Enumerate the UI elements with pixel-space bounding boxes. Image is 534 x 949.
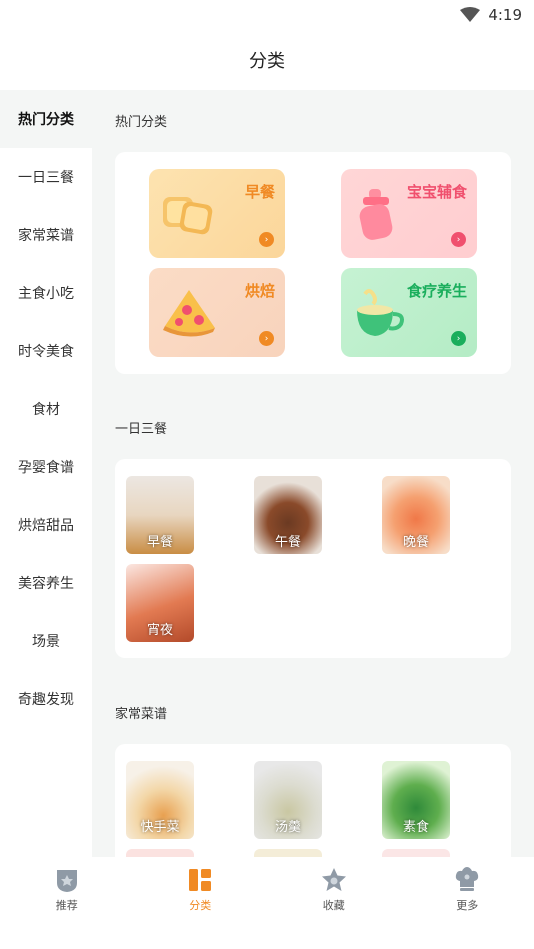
- hot-tile-label: 早餐: [244, 183, 275, 201]
- chevron-right-icon: ›: [451, 232, 466, 247]
- meal-label: 晚餐: [402, 535, 429, 550]
- meal-dinner[interactable]: 晚餐: [382, 476, 450, 554]
- home-label: 汤羹: [274, 820, 301, 835]
- sidebar-item-label: 家常菜谱: [18, 228, 74, 244]
- status-bar: 4:19: [0, 0, 534, 30]
- sidebar-item-beauty[interactable]: 美容养生: [0, 554, 92, 612]
- tab-favorites[interactable]: 收藏: [267, 857, 401, 949]
- tab-label: 更多: [456, 899, 479, 912]
- tea-cup-icon: [357, 289, 404, 336]
- sidebar-item-label: 热门分类: [18, 112, 74, 128]
- home-item-partial[interactable]: [382, 849, 450, 857]
- sidebar-item-label: 烘焙甜品: [18, 518, 74, 534]
- sidebar-item-hot[interactable]: 热门分类: [0, 90, 92, 148]
- pizza-icon: [163, 290, 215, 337]
- status-time: 4:19: [488, 6, 522, 24]
- home-vegetarian[interactable]: 素食: [382, 761, 450, 839]
- tab-recommend[interactable]: 推荐: [0, 857, 134, 949]
- star-icon: [321, 868, 346, 891]
- wifi-icon: [460, 7, 481, 22]
- tab-label: 推荐: [55, 899, 78, 912]
- bottom-tab-bar: 推荐 分类 收藏 更多: [0, 857, 534, 949]
- sidebar-item-label: 一日三餐: [18, 170, 74, 186]
- hot-tile-diet-health[interactable]: 食疗养生 ›: [341, 268, 477, 357]
- sidebar-item-seasonal[interactable]: 时令美食: [0, 322, 92, 380]
- home-item-partial[interactable]: [126, 849, 194, 857]
- chevron-right-icon: ›: [259, 232, 274, 247]
- meal-lunch[interactable]: 午餐: [254, 476, 322, 554]
- sidebar-item-label: 美容养生: [18, 576, 74, 592]
- sidebar-item-baking[interactable]: 烘焙甜品: [0, 496, 92, 554]
- section-title-meals: 一日三餐: [115, 422, 168, 437]
- sidebar-item-label: 时令美食: [18, 344, 74, 360]
- category-sidebar: 热门分类 一日三餐 家常菜谱 主食小吃 时令美食 食材 孕婴食谱 烘焙甜品 美容…: [0, 90, 92, 857]
- sidebar-item-label: 食材: [32, 402, 60, 418]
- sidebar-item-scene[interactable]: 场景: [0, 612, 92, 670]
- home-quick-dish[interactable]: 快手菜: [126, 761, 194, 839]
- sidebar-item-meals[interactable]: 一日三餐: [0, 148, 92, 206]
- meals-card: 早餐 午餐 晚餐 宵夜: [115, 459, 511, 658]
- home-label: 快手菜: [140, 820, 180, 835]
- home-soup[interactable]: 汤羹: [254, 761, 322, 839]
- page-title-bar: 分类: [0, 30, 534, 90]
- chef-hat-icon: [456, 867, 479, 891]
- hot-card: 早餐 › 宝宝辅食 › 烘焙 › 食疗养生 ›: [115, 152, 511, 374]
- category-icon: [189, 869, 212, 891]
- sidebar-item-ingredients[interactable]: 食材: [0, 380, 92, 438]
- section-title-hot: 热门分类: [115, 115, 168, 130]
- category-content: 热门分类 早餐 › 宝宝辅食 › 烘焙 › 食疗养生 › 一日三餐 早餐 午餐 …: [92, 90, 534, 857]
- shield-icon: [56, 870, 77, 892]
- hot-tile-baking[interactable]: 烘焙 ›: [149, 268, 285, 357]
- hot-tile-label: 宝宝辅食: [406, 183, 467, 201]
- meal-breakfast[interactable]: 早餐: [126, 476, 194, 554]
- tab-label: 分类: [189, 899, 212, 912]
- sidebar-item-label: 主食小吃: [18, 286, 74, 302]
- sidebar-item-home[interactable]: 家常菜谱: [0, 206, 92, 264]
- baby-bottle-icon: [359, 189, 393, 240]
- toast-icon: [163, 197, 213, 235]
- home-card: 快手菜 汤羹 素食: [115, 744, 511, 857]
- meal-label: 宵夜: [146, 623, 173, 638]
- meal-label: 早餐: [146, 535, 173, 550]
- hot-tile-breakfast[interactable]: 早餐 ›: [149, 169, 285, 258]
- sidebar-item-discover[interactable]: 奇趣发现: [0, 670, 92, 728]
- home-item-partial[interactable]: [254, 849, 322, 857]
- page-title: 分类: [249, 51, 285, 72]
- tab-category[interactable]: 分类: [134, 857, 268, 949]
- hot-tile-baby-food[interactable]: 宝宝辅食 ›: [341, 169, 477, 258]
- sidebar-item-maternal[interactable]: 孕婴食谱: [0, 438, 92, 496]
- meal-label: 午餐: [274, 535, 301, 550]
- tab-label: 收藏: [322, 899, 345, 912]
- home-label: 素食: [402, 820, 429, 835]
- sidebar-item-label: 孕婴食谱: [18, 460, 74, 476]
- meal-late-night[interactable]: 宵夜: [126, 564, 194, 642]
- sidebar-item-label: 奇趣发现: [18, 692, 74, 708]
- chevron-right-icon: ›: [259, 331, 274, 346]
- chevron-right-icon: ›: [451, 331, 466, 346]
- tab-more[interactable]: 更多: [401, 857, 534, 949]
- hot-tile-label: 烘焙: [244, 282, 275, 300]
- section-title-home: 家常菜谱: [115, 707, 168, 722]
- sidebar-item-staple[interactable]: 主食小吃: [0, 264, 92, 322]
- sidebar-item-label: 场景: [32, 634, 60, 650]
- hot-tile-label: 食疗养生: [406, 282, 467, 300]
